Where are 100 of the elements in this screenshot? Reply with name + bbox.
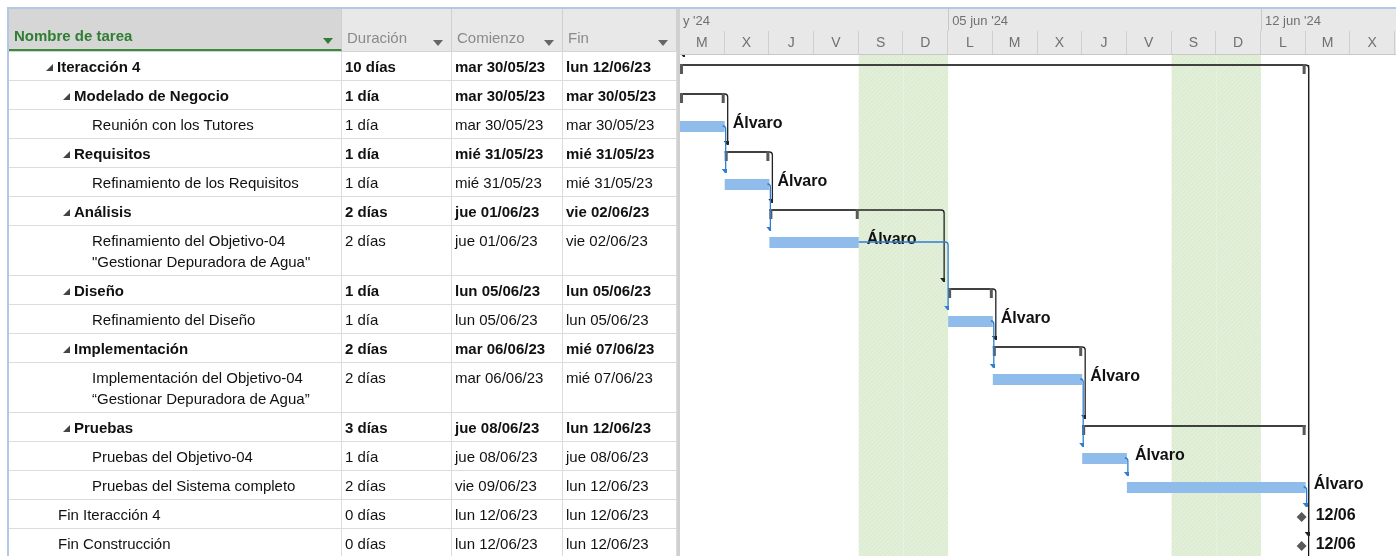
day-label: M	[680, 31, 725, 54]
duration-text: 0 días	[345, 534, 386, 554]
task-name: Refinamiento del Diseño	[92, 310, 256, 330]
link-arrow	[721, 125, 730, 174]
week-label: 05 jun '24	[952, 13, 1009, 28]
finish-date: lun 12/06/23	[566, 476, 649, 496]
duration-text: 3 días	[345, 418, 388, 438]
duration-text: 1 día	[345, 281, 380, 301]
finish-date: lun 12/06/23	[566, 418, 652, 438]
finish-date: vie 02/06/23	[566, 231, 648, 251]
finish-date: lun 12/06/23	[566, 505, 649, 525]
duration-text: 1 día	[345, 447, 379, 467]
summary-bar[interactable]	[724, 151, 770, 161]
finish-date: lun 05/06/23	[566, 310, 649, 330]
day-label: J	[1082, 31, 1127, 54]
start-date: vie 09/06/23	[455, 476, 537, 496]
start-date: lun 05/06/23	[455, 310, 538, 330]
day-label: S	[1171, 31, 1217, 54]
start-date: lun 12/06/23	[455, 534, 538, 554]
start-date: mié 31/05/23	[455, 144, 544, 164]
duration-text: 1 día	[345, 86, 380, 106]
task-name: Implementación	[74, 339, 189, 359]
finish-date: lun 12/06/23	[566, 57, 652, 77]
finish-date: vie 02/06/23	[566, 202, 650, 222]
duration-text: 10 días	[345, 57, 396, 77]
duration-text: 1 día	[345, 310, 379, 330]
summary-bar[interactable]	[680, 93, 725, 103]
collapse-icon[interactable]	[63, 151, 70, 158]
column-header[interactable]: Fin	[563, 9, 677, 51]
task-name: Pruebas del Objetivo-04	[92, 447, 253, 467]
summary-bar[interactable]	[948, 288, 993, 298]
task-name: Fin Construcción	[58, 534, 171, 554]
start-date: mar 06/06/23	[455, 339, 546, 359]
day-label: D	[903, 31, 949, 54]
column-header[interactable]: Duración	[342, 9, 452, 51]
dropdown-icon[interactable]	[433, 40, 443, 46]
duration-text: 2 días	[345, 339, 388, 359]
milestone-diamond[interactable]	[1296, 512, 1307, 522]
duration-text: 2 días	[345, 202, 388, 222]
duration-text: 1 día	[345, 173, 379, 193]
task-name: Requisitos	[74, 144, 151, 164]
day-label: L	[1260, 31, 1306, 54]
summary-bar[interactable]	[769, 209, 859, 219]
collapse-icon[interactable]	[63, 346, 70, 353]
finish-date: mar 30/05/23	[566, 86, 657, 106]
resource-label: Álvaro	[1090, 367, 1140, 384]
task-name: Implementación del Objetivo-04 “Gestionar Depuradora de Agua”	[92, 368, 310, 409]
column-header[interactable]: Nombre de tarea	[9, 9, 342, 51]
day-label: X	[1037, 31, 1083, 54]
task-name: Diseño	[74, 281, 124, 301]
dropdown-icon[interactable]	[658, 40, 668, 46]
link-arrow	[989, 320, 998, 369]
collapse-icon[interactable]	[63, 93, 70, 100]
task-name: Refinamiento de los Requisitos	[92, 173, 299, 193]
task-name: Reunión con los Tutores	[92, 115, 254, 135]
finish-date: lun 12/06/23	[566, 534, 649, 554]
day-label: M	[992, 31, 1038, 54]
start-date: jue 08/06/23	[455, 418, 540, 438]
finish-date: mié 07/06/23	[566, 339, 655, 359]
finish-date: jue 08/06/23	[566, 447, 649, 467]
finish-date: mié 31/05/23	[566, 144, 655, 164]
task-name: Análisis	[74, 202, 132, 222]
start-date: mié 31/05/23	[455, 173, 542, 193]
day-label: M	[1305, 31, 1351, 54]
duration-text: 2 días	[345, 231, 386, 251]
start-date: jue 08/06/23	[455, 447, 538, 467]
link-arrow	[680, 55, 688, 58]
summary-bar[interactable]	[680, 64, 1306, 74]
collapse-icon[interactable]	[46, 64, 53, 71]
finish-date: lun 05/06/23	[566, 281, 652, 301]
resource-label: Álvaro	[1134, 446, 1185, 463]
collapse-icon[interactable]	[63, 425, 70, 432]
day-label: X	[1350, 31, 1395, 54]
start-date: jue 01/06/23	[455, 231, 538, 251]
start-date: jue 01/06/23	[455, 202, 540, 222]
day-label: J	[769, 31, 815, 54]
dropdown-icon[interactable]	[323, 38, 333, 44]
resource-label: Álvaro	[777, 172, 828, 189]
link-arrow	[723, 93, 732, 146]
milestone-label: 12/06	[1315, 506, 1356, 523]
day-label: S	[858, 31, 904, 54]
collapse-icon[interactable]	[63, 288, 70, 295]
milestone-diamond[interactable]	[1296, 541, 1307, 551]
summary-bar[interactable]	[1082, 425, 1306, 435]
summary-bar[interactable]	[992, 346, 1083, 356]
column-header[interactable]: Comienzo	[452, 9, 563, 51]
duration-text: 2 días	[345, 368, 386, 388]
start-date: mar 30/05/23	[455, 57, 546, 77]
duration-text: 1 día	[345, 144, 380, 164]
collapse-icon[interactable]	[63, 209, 70, 216]
duration-text: 1 día	[345, 115, 379, 135]
task-name: Refinamiento del Objetivo-04 "Gestionar Depuradora de Agua"	[92, 231, 311, 272]
start-date: lun 05/06/23	[455, 281, 541, 301]
resource-label: Álvaro	[1000, 309, 1051, 326]
dropdown-icon[interactable]	[544, 40, 554, 46]
finish-date: mar 30/05/23	[566, 115, 655, 135]
task-name: Iteracción 4	[57, 57, 141, 77]
week-label: 12 jun '24	[1264, 13, 1321, 28]
link-arrow	[1123, 457, 1132, 477]
finish-date: mié 31/05/23	[566, 173, 653, 193]
